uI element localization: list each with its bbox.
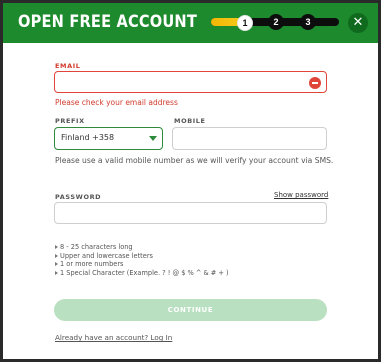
login-link[interactable]: Already have an account? Log In bbox=[55, 333, 172, 342]
password-rule: 1 Special Character (Example. ? ! @ $ % … bbox=[55, 269, 229, 277]
mobile-field[interactable] bbox=[172, 127, 327, 150]
password-rule: 8 - 25 characters long bbox=[55, 243, 133, 251]
show-password-link[interactable]: Show password bbox=[274, 191, 328, 199]
modal-title: OPEN FREE ACCOUNT bbox=[18, 12, 197, 32]
mobile-help-text: Please use a valid mobile number as we w… bbox=[55, 156, 334, 165]
bullet-triangle-icon bbox=[55, 245, 58, 249]
minus-circle-icon bbox=[309, 77, 321, 89]
prefix-label: PREFIX bbox=[55, 117, 85, 125]
password-field[interactable] bbox=[54, 202, 327, 224]
mobile-label: MOBILE bbox=[174, 117, 206, 125]
bullet-triangle-icon bbox=[55, 253, 58, 258]
bullet-triangle-icon bbox=[55, 270, 58, 275]
email-field[interactable] bbox=[54, 71, 327, 93]
prefix-selected-value: Finland +358 bbox=[61, 133, 115, 142]
close-icon: ✕ bbox=[352, 15, 364, 30]
step-1-indicator: 1 bbox=[237, 15, 253, 31]
modal-header: OPEN FREE ACCOUNT 1 2 3 ✕ bbox=[3, 3, 378, 43]
password-rule: Upper and lowercase letters bbox=[55, 252, 153, 260]
bullet-triangle-icon bbox=[55, 262, 58, 266]
password-rule: 1 or more numbers bbox=[55, 260, 123, 268]
close-button[interactable]: ✕ bbox=[348, 13, 368, 33]
password-label: PASSWORD bbox=[55, 193, 102, 201]
email-error-message: Please check your email address bbox=[55, 98, 178, 107]
step-2-indicator: 2 bbox=[268, 14, 284, 30]
email-label: EMAIL bbox=[55, 62, 81, 70]
prefix-select[interactable]: Finland +358 bbox=[54, 127, 163, 150]
continue-button[interactable]: CONTINUE bbox=[54, 299, 327, 321]
signup-modal: OPEN FREE ACCOUNT 1 2 3 ✕ EMAIL Please c… bbox=[3, 3, 378, 359]
step-3-indicator: 3 bbox=[300, 14, 316, 30]
chevron-down-icon bbox=[149, 136, 157, 141]
